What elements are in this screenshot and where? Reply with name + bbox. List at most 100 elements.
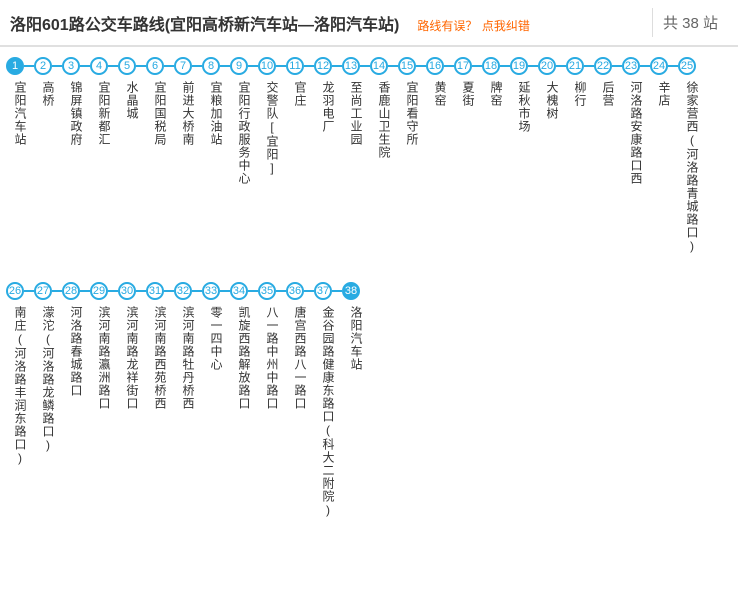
stop[interactable]: 34凯旋西路解放路口 <box>230 282 258 410</box>
stop[interactable]: 11官庄 <box>286 57 314 107</box>
route-title: 洛阳601路公交车路线(宜阳高桥新汽车站—洛阳汽车站) <box>10 11 399 35</box>
error-report: 路线有误？ 点我纠错 <box>417 17 529 35</box>
stop-label: 交警队[宜阳] <box>265 81 279 176</box>
node-wrap: 5 <box>118 57 146 75</box>
stop[interactable]: 16黄窑 <box>426 57 454 107</box>
stop-number-icon: 17 <box>454 57 472 75</box>
node-wrap: 11 <box>286 57 314 75</box>
node-wrap: 12 <box>314 57 342 75</box>
stop[interactable]: 3锦屏镇政府 <box>62 57 90 146</box>
stop[interactable]: 36唐宫西路八一路口 <box>286 282 314 410</box>
stop[interactable]: 27濛沱(河洛路龙鳞路口) <box>34 282 62 453</box>
stop[interactable]: 12 龙羽电厂 <box>314 57 342 133</box>
stop[interactable]: 17夏街 <box>454 57 482 107</box>
node-wrap: 26 <box>6 282 34 300</box>
stop[interactable]: 19延秋市场 <box>510 57 538 133</box>
stop[interactable]: 31滨河南路西苑桥西 <box>146 282 174 410</box>
stop-label: 南庄(河洛路丰润东路口) <box>13 306 27 466</box>
connector-line <box>276 65 286 67</box>
stop[interactable]: 32 滨河南路牡丹桥西 <box>174 282 202 410</box>
stop[interactable]: 15宜阳看守所 <box>398 57 426 146</box>
stop-number-icon: 30 <box>118 282 136 300</box>
connector-line <box>24 65 34 67</box>
node-wrap: 23 <box>622 57 650 75</box>
stop-label: 辛店 <box>657 81 671 107</box>
node-wrap: 17 <box>454 57 482 75</box>
stop[interactable]: 13至尚工业园 <box>342 57 370 146</box>
stop[interactable]: 2高桥 <box>34 57 62 107</box>
stop[interactable]: 7 前进大桥南 <box>174 57 202 146</box>
node-wrap: 25 <box>678 57 706 75</box>
stop[interactable]: 20大槐树 <box>538 57 566 120</box>
stop[interactable]: 18牌窑 <box>482 57 510 107</box>
stop-number-icon: 23 <box>622 57 640 75</box>
stop[interactable]: 1宜阳汽车站 <box>6 57 34 146</box>
stop-label: 金谷园路健康东路口(科大二附院) <box>321 306 335 518</box>
stop[interactable]: 35 八一路中州中路口 <box>258 282 286 410</box>
error-prompt: 路线有误？ <box>417 19 477 33</box>
stop-number-icon: 35 <box>258 282 276 300</box>
stop-label: 宜阳新都汇 <box>97 81 111 146</box>
stop-number-icon: 1 <box>6 57 24 75</box>
node-wrap: 34 <box>230 282 258 300</box>
stop[interactable]: 30滨河南路龙祥街口 <box>118 282 146 410</box>
error-link[interactable]: 点我纠错 <box>482 19 530 33</box>
stop[interactable]: 28河洛路春城路口 <box>62 282 90 397</box>
stop-label: 龙羽电厂 <box>321 81 335 133</box>
stop-number-icon: 4 <box>90 57 108 75</box>
node-wrap: 29 <box>90 282 118 300</box>
stop[interactable]: 4 宜阳新都汇 <box>90 57 118 146</box>
stop-number-icon: 7 <box>174 57 192 75</box>
connector-line <box>556 65 566 67</box>
stop[interactable]: 14香鹿山卫生院 <box>370 57 398 159</box>
stop-number-icon: 6 <box>146 57 164 75</box>
stop[interactable]: 29滨河南路瀛洲路口 <box>90 282 118 410</box>
connector-line <box>472 65 482 67</box>
stop-number-icon: 31 <box>146 282 164 300</box>
stop[interactable]: 9宜阳行政服务中心 <box>230 57 258 185</box>
connector-line <box>192 65 202 67</box>
node-wrap: 16 <box>426 57 454 75</box>
stop-number-icon: 24 <box>650 57 668 75</box>
stop-number-icon: 18 <box>482 57 500 75</box>
stop[interactable]: 5 水晶城 <box>118 57 146 120</box>
connector-line <box>388 65 398 67</box>
node-wrap: 35 <box>258 282 286 300</box>
stop-label: 濛沱(河洛路龙鳞路口) <box>41 306 55 453</box>
stop-number-icon: 8 <box>202 57 220 75</box>
connector-line <box>276 290 286 292</box>
stop-label: 延秋市场 <box>517 81 531 133</box>
stop-label: 水晶城 <box>125 81 139 120</box>
connector-line <box>164 290 174 292</box>
stop-number-icon: 37 <box>314 282 332 300</box>
stop[interactable]: 10交警队[宜阳] <box>258 57 286 176</box>
stop-label: 前进大桥南 <box>181 81 195 146</box>
stop-number-icon: 22 <box>594 57 612 75</box>
stop-label: 滨河南路牡丹桥西 <box>181 306 195 410</box>
stop[interactable]: 22后营 <box>594 57 622 107</box>
stop[interactable]: 8宜粮加油站 <box>202 57 230 146</box>
stop[interactable]: 6宜阳国税局 <box>146 57 174 146</box>
stop-number-icon: 5 <box>118 57 136 75</box>
stop-label: 锦屏镇政府 <box>69 81 83 146</box>
stop[interactable]: 38洛阳汽车站 <box>342 282 370 371</box>
stop-label: 零一四中心 <box>209 306 223 371</box>
stop[interactable]: 37 金谷园路健康东路口(科大二附院) <box>314 282 342 518</box>
stop[interactable]: 21柳行 <box>566 57 594 107</box>
stop[interactable]: 26 南庄(河洛路丰润东路口) <box>6 282 34 466</box>
stop-number-icon: 12 <box>314 57 332 75</box>
stop[interactable]: 25徐家营西(河洛路青城路口) <box>678 57 706 254</box>
stop-number-icon: 13 <box>342 57 360 75</box>
stop-label: 河洛路安康路口西 <box>629 81 643 185</box>
connector-line <box>136 65 146 67</box>
stop[interactable]: 24 辛店 <box>650 57 678 107</box>
connector-line <box>416 65 426 67</box>
stop-number-icon: 11 <box>286 57 304 75</box>
connector-line <box>304 290 314 292</box>
stop-label: 八一路中州中路口 <box>265 306 279 410</box>
node-wrap: 32 <box>174 282 202 300</box>
stop-row: 26南庄(河洛路丰润东路口)27濛沱(河洛路龙鳞路口)28河洛路春城路口29滨河… <box>6 282 738 518</box>
stop[interactable]: 23 河洛路安康路口西 <box>622 57 650 185</box>
node-wrap: 13 <box>342 57 370 75</box>
stop[interactable]: 33零一四中心 <box>202 282 230 371</box>
